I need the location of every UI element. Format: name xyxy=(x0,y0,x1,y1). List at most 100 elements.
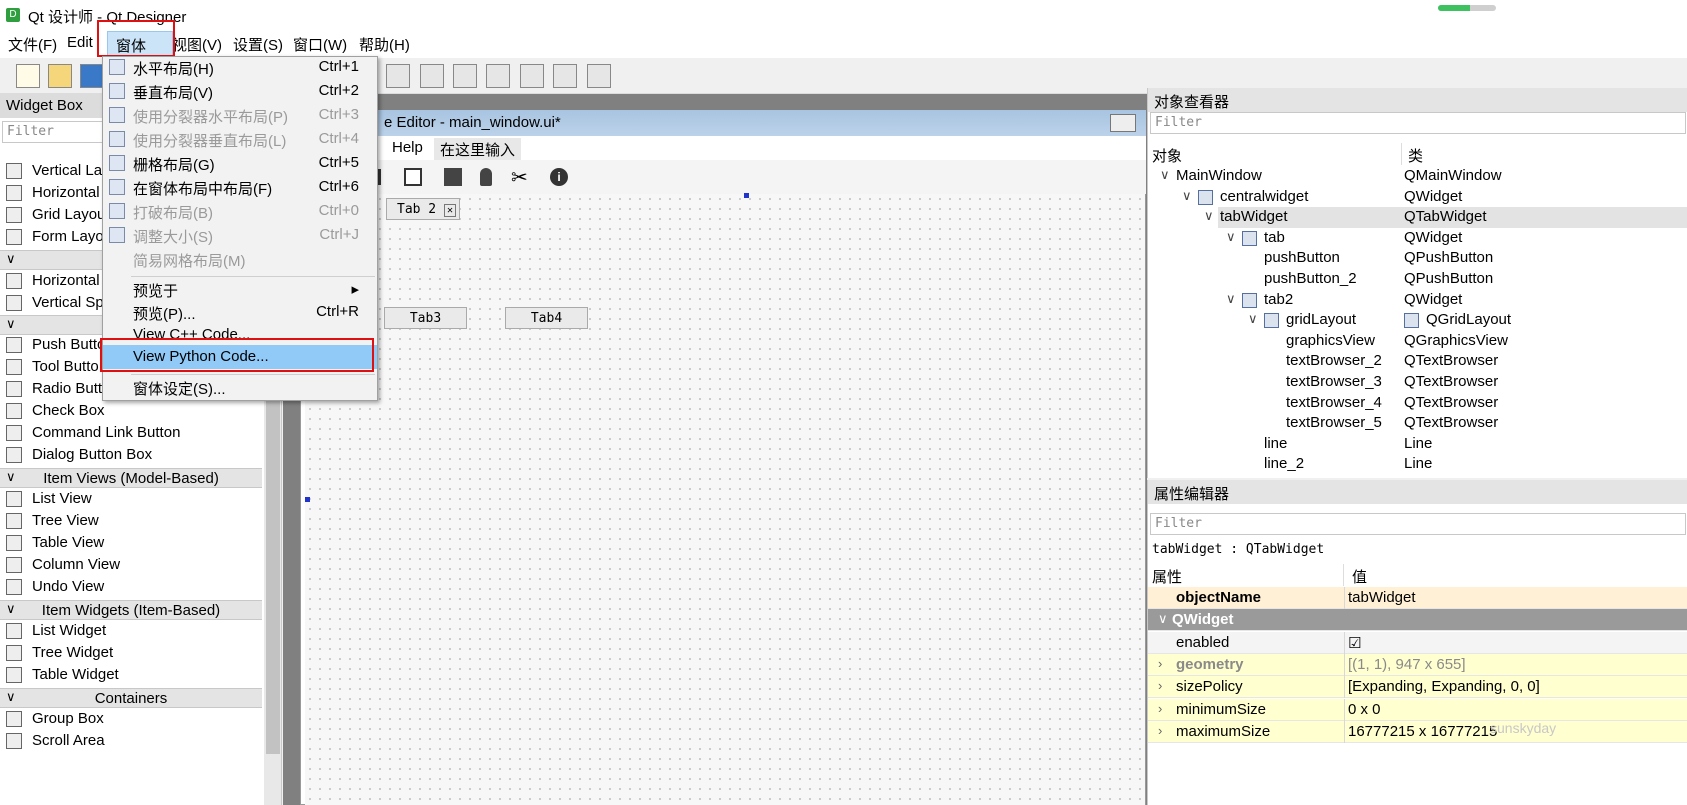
open-file-icon[interactable] xyxy=(48,64,72,88)
column-header-property[interactable]: 属性 xyxy=(1148,564,1344,586)
form-layout-icon[interactable] xyxy=(520,64,544,88)
save-icon[interactable] xyxy=(404,168,422,186)
tree-row[interactable]: ∨ tab QWidget xyxy=(1148,228,1687,249)
selection-handle[interactable] xyxy=(744,193,749,198)
chevron-down-icon[interactable]: ∨ xyxy=(1160,167,1170,183)
property-value[interactable]: 0 x 0 xyxy=(1348,701,1381,718)
tab-3[interactable]: Tab3 xyxy=(384,307,467,329)
chevron-right-icon[interactable]: › xyxy=(1158,656,1162,671)
property-row[interactable]: objectName tabWidget xyxy=(1148,587,1687,609)
vertical-layout-icon[interactable] xyxy=(386,64,410,88)
tree-row[interactable]: line Line xyxy=(1148,434,1687,455)
property-row[interactable]: › geometry [(1, 1), 947 x 655] xyxy=(1148,653,1687,676)
tab-4[interactable]: Tab4 xyxy=(505,307,588,329)
tree-row[interactable]: pushButton QPushButton xyxy=(1148,248,1687,269)
menu-file[interactable]: 文件(F) xyxy=(8,34,57,55)
tree-row[interactable]: line_2 Line xyxy=(1148,454,1687,475)
cut-icon[interactable]: ✂ xyxy=(511,165,528,190)
property-editor-filter-input[interactable]: Filter xyxy=(1150,513,1686,535)
property-value[interactable]: [(1, 1), 947 x 655] xyxy=(1348,656,1466,673)
widget-box-category[interactable]: ∨ Item Views (Model-Based) xyxy=(0,468,262,488)
chevron-down-icon[interactable]: ∨ xyxy=(1248,311,1258,327)
menu-item-4[interactable]: 栅格布局(G) Ctrl+5 xyxy=(103,151,377,175)
chevron-right-icon[interactable]: › xyxy=(1158,678,1162,693)
widget-box-item[interactable]: Column View xyxy=(0,554,264,576)
widget-box-item[interactable]: Check Box xyxy=(0,400,264,422)
form-menu-help[interactable]: Help xyxy=(392,139,423,156)
menu-item-10[interactable]: 预览(P)... Ctrl+R xyxy=(103,300,377,324)
paste-icon[interactable] xyxy=(480,168,492,186)
form-menu-type-here[interactable]: 在这里输入 xyxy=(434,138,522,161)
menu-item-9[interactable]: 预览于 ▸ xyxy=(103,277,377,301)
tree-row[interactable]: ∨ MainWindow QMainWindow xyxy=(1148,166,1687,187)
widget-box-category[interactable]: ∨ Item Widgets (Item-Based) xyxy=(0,600,262,620)
menu-item-3[interactable]: 使用分裂器垂直布局(L) Ctrl+4 xyxy=(103,127,377,151)
menu-item-8[interactable]: 简易网格布局(M) xyxy=(103,247,377,271)
object-inspector-filter-input[interactable]: Filter xyxy=(1150,112,1686,134)
save-file-icon[interactable] xyxy=(80,64,104,88)
widget-box-item[interactable]: List Widget xyxy=(0,620,264,642)
menu-settings[interactable]: 设置(S) xyxy=(233,34,283,55)
widget-box-item[interactable]: Table Widget xyxy=(0,664,264,686)
menu-item-5[interactable]: 在窗体布局中布局(F) Ctrl+6 xyxy=(103,175,377,199)
tree-row[interactable]: pushButton_2 QPushButton xyxy=(1148,269,1687,290)
close-icon[interactable]: ✕ xyxy=(443,204,456,217)
tree-row[interactable]: textBrowser_5 QTextBrowser xyxy=(1148,413,1687,434)
chevron-down-icon[interactable]: ∨ xyxy=(1226,229,1236,245)
menu-view[interactable]: 视图(V) xyxy=(172,34,222,55)
new-file-icon[interactable] xyxy=(16,64,40,88)
column-header-value[interactable]: 值 xyxy=(1348,564,1687,586)
chevron-right-icon[interactable]: › xyxy=(1158,701,1162,716)
tree-row[interactable]: ∨ centralwidget QWidget xyxy=(1148,187,1687,208)
widget-box-item[interactable]: Group Box xyxy=(0,708,264,730)
tree-row[interactable]: ∨ gridLayout QGridLayout xyxy=(1148,310,1687,331)
widget-box-item[interactable]: Tree Widget xyxy=(0,642,264,664)
menu-item-1[interactable]: 垂直布局(V) Ctrl+2 xyxy=(103,79,377,103)
menu-item-2[interactable]: 使用分裂器水平布局(P) Ctrl+3 xyxy=(103,103,377,127)
chevron-right-icon[interactable]: › xyxy=(1158,723,1162,738)
column-header-class[interactable]: 类 xyxy=(1404,143,1687,165)
widget-box-item[interactable]: Tree View xyxy=(0,510,264,532)
menu-item-6[interactable]: 打破布局(B) Ctrl+0 xyxy=(103,199,377,223)
menu-item-13[interactable]: 窗体设定(S)... xyxy=(103,375,377,399)
chevron-down-icon[interactable]: ∨ xyxy=(1226,291,1236,307)
property-value[interactable]: tabWidget xyxy=(1348,589,1416,606)
property-group-row[interactable]: ∨ QWidget xyxy=(1148,609,1687,632)
widget-box-item[interactable]: Dialog Button Box xyxy=(0,444,264,466)
copy-icon[interactable] xyxy=(444,168,462,186)
tree-row[interactable]: ∨ tabWidget QTabWidget xyxy=(1148,207,1687,229)
splitter-vertical-icon[interactable] xyxy=(453,64,477,88)
menu-item-0[interactable]: 水平布局(H) Ctrl+1 xyxy=(103,55,377,79)
menu-edit[interactable]: Edit xyxy=(67,34,93,51)
property-value[interactable]: [Expanding, Expanding, 0, 0] xyxy=(1348,678,1540,695)
adjust-size-icon[interactable] xyxy=(587,64,611,88)
chevron-down-icon[interactable]: ∨ xyxy=(1158,611,1168,627)
tab-2[interactable]: Tab 2 ✕ xyxy=(386,198,460,220)
tree-row[interactable]: textBrowser_2 QTextBrowser xyxy=(1148,351,1687,372)
tree-row[interactable]: ∨ tab2 QWidget xyxy=(1148,290,1687,311)
widget-box-item[interactable]: Command Link Button xyxy=(0,422,264,444)
property-value[interactable]: 16777215 x 16777215 xyxy=(1348,723,1497,740)
property-value[interactable]: ☑ xyxy=(1348,634,1361,652)
property-row[interactable]: enabled ☑ xyxy=(1148,631,1687,654)
chevron-down-icon[interactable]: ∨ xyxy=(1204,208,1214,224)
property-row[interactable]: › minimumSize 0 x 0 xyxy=(1148,698,1687,721)
menu-window[interactable]: 窗口(W) xyxy=(293,34,347,55)
chevron-down-icon[interactable]: ∨ xyxy=(1182,188,1192,204)
tree-row[interactable]: graphicsView QGraphicsView xyxy=(1148,331,1687,352)
property-row[interactable]: › maximumSize 16777215 x 16777215 xyxy=(1148,720,1687,743)
splitter-horizontal-icon[interactable] xyxy=(420,64,444,88)
tree-row[interactable]: textBrowser_4 QTextBrowser xyxy=(1148,393,1687,414)
break-layout-icon[interactable] xyxy=(553,64,577,88)
tree-row[interactable]: textBrowser_3 QTextBrowser xyxy=(1148,372,1687,393)
form-canvas[interactable] xyxy=(305,194,1145,805)
widget-box-item[interactable]: List View xyxy=(0,488,264,510)
widget-box-item[interactable]: Scroll Area xyxy=(0,730,264,752)
widget-box-category[interactable]: ∨ Containers xyxy=(0,688,262,708)
grid-layout-icon[interactable] xyxy=(486,64,510,88)
info-icon[interactable]: i xyxy=(550,168,568,186)
column-header-object[interactable]: 对象 xyxy=(1148,143,1402,165)
widget-box-item[interactable]: Table View xyxy=(0,532,264,554)
property-row[interactable]: › sizePolicy [Expanding, Expanding, 0, 0] xyxy=(1148,676,1687,699)
widget-box-item[interactable]: Undo View xyxy=(0,576,264,598)
